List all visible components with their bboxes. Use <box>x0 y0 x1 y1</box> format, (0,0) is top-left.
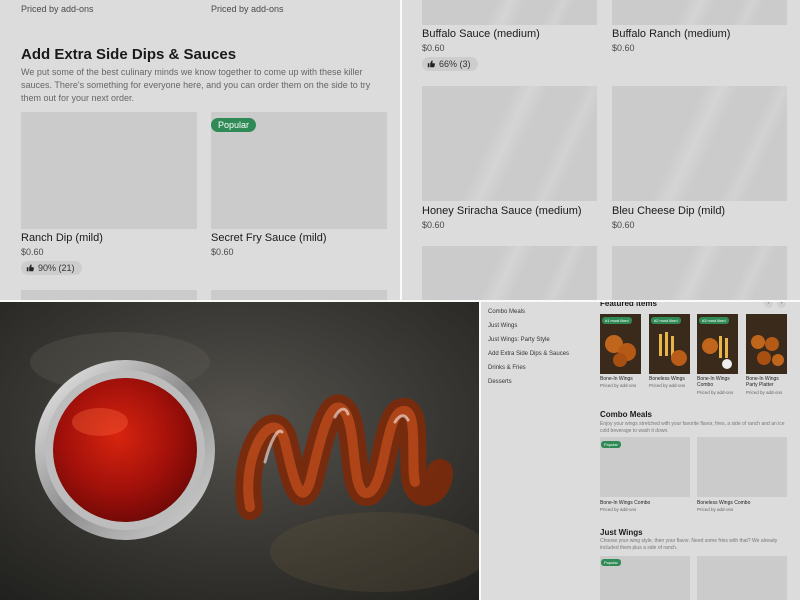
item-name: Bone-In Wings Combo <box>697 376 730 388</box>
rank-badge: #2 most liked <box>651 317 681 324</box>
item-price: Priced by add-ons <box>600 383 637 388</box>
item-image[interactable] <box>422 86 597 201</box>
item-name: Bone-In Wings Party Platter <box>746 376 779 388</box>
item-name: Bone-In Wings <box>600 376 633 382</box>
sauce-cup-photo-icon <box>0 302 479 600</box>
item-name: Ranch Dip (mild) <box>21 232 103 244</box>
section-title: Combo Meals <box>600 410 653 419</box>
rating-pill: 66% (3) <box>422 57 478 71</box>
rating-text: 90% (21) <box>38 263 75 273</box>
item-image[interactable] <box>697 437 787 497</box>
item-name: Buffalo Ranch (medium) <box>612 28 731 40</box>
sauce-photo <box>0 302 479 600</box>
thumbs-up-icon <box>427 60 435 68</box>
section-title: Add Extra Side Dips & Sauces <box>21 46 237 63</box>
item-name: Bleu Cheese Dip (mild) <box>612 205 726 217</box>
nav-item-combo-meals[interactable]: Combo Meals <box>488 309 525 315</box>
item-name: Honey Sriracha Sauce (medium) <box>422 205 582 217</box>
menu-panel-sauces: Buffalo Sauce (medium) $0.60 66% (3) Buf… <box>402 0 800 300</box>
item-price: Priced by add-ons <box>697 507 734 512</box>
popular-badge: Popular <box>601 441 621 448</box>
item-name: Boneless Wings <box>649 376 685 382</box>
item-price: $0.60 <box>21 247 44 257</box>
thumbs-up-icon <box>26 264 34 272</box>
popular-badge: Popular <box>211 118 257 132</box>
item-price: $0.60 <box>612 220 635 230</box>
nav-item-party-style[interactable]: Just Wings: Party Style <box>488 337 550 343</box>
menu-panel-side-dips: Priced by add-ons Priced by add-ons Add … <box>0 0 400 300</box>
item-image[interactable] <box>21 112 197 229</box>
item-name: Buffalo Sauce (medium) <box>422 28 540 40</box>
item-image[interactable] <box>21 290 197 300</box>
item-image[interactable] <box>612 86 787 201</box>
popular-badge: Popular <box>601 559 621 566</box>
item-image[interactable] <box>211 290 387 300</box>
section-description: Choose your wing style, then your flavor… <box>600 538 778 551</box>
nav-item-drinks-fries[interactable]: Drinks & Fries <box>488 365 526 371</box>
wings-photo-icon[interactable] <box>746 314 787 374</box>
panel-divider <box>400 0 402 300</box>
rating-pill: 90% (21) <box>21 261 82 275</box>
item-name: Bone-In Wings Combo <box>600 500 651 506</box>
item-image[interactable] <box>612 246 787 300</box>
item-image[interactable] <box>612 0 787 25</box>
nav-item-desserts[interactable]: Desserts <box>488 379 512 385</box>
rating-text: 66% (3) <box>439 59 471 69</box>
prev-item-price: Priced by add-ons <box>21 4 94 14</box>
item-price: Priced by add-ons <box>697 390 734 395</box>
item-image[interactable] <box>422 0 597 25</box>
panel-divider <box>479 302 481 600</box>
panel-divider <box>0 300 800 302</box>
item-price: $0.60 <box>422 220 445 230</box>
item-price: Priced by add-ons <box>746 390 783 395</box>
rank-badge: #1 most liked <box>602 317 632 324</box>
item-name: Boneless Wings Combo <box>697 500 751 506</box>
item-price: Priced by add-ons <box>600 507 637 512</box>
item-price: $0.60 <box>422 43 445 53</box>
item-price: $0.60 <box>612 43 635 53</box>
item-image[interactable] <box>697 556 787 600</box>
prev-item-price: Priced by add-ons <box>211 4 284 14</box>
rank-badge: #3 most liked <box>699 317 729 324</box>
item-name: Secret Fry Sauce (mild) <box>211 232 327 244</box>
section-description: We put some of the best culinary minds w… <box>21 67 371 103</box>
nav-item-side-dips[interactable]: Add Extra Side Dips & Sauces <box>488 351 569 357</box>
nav-item-just-wings[interactable]: Just Wings <box>488 323 517 329</box>
section-title: Just Wings <box>600 528 643 537</box>
section-description: Enjoy your wings stretched with your fav… <box>600 421 785 434</box>
item-image[interactable] <box>422 246 597 300</box>
item-price: Priced by add-ons <box>649 383 686 388</box>
item-price: $0.60 <box>211 247 234 257</box>
